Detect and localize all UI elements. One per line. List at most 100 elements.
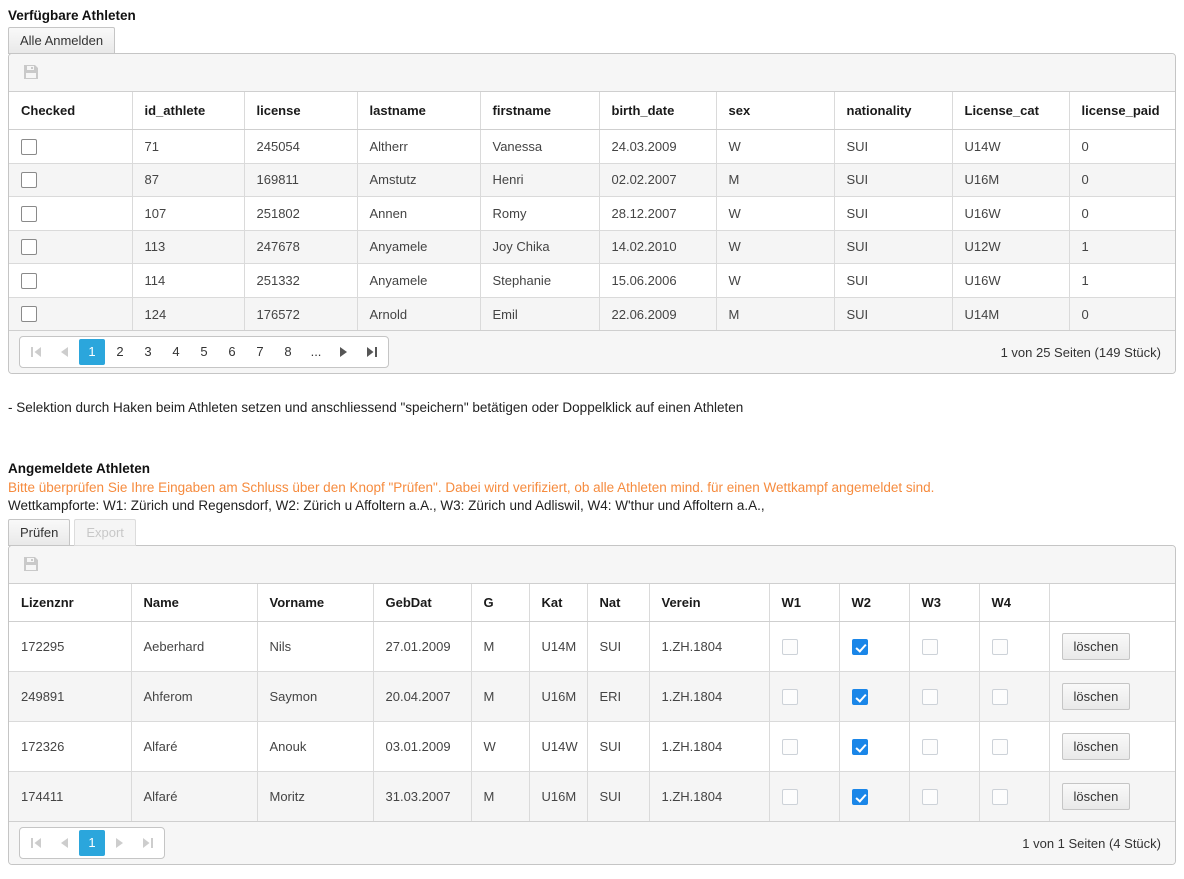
cell-lastname: Arnold: [357, 297, 480, 330]
pager-page-6[interactable]: 6: [219, 339, 245, 365]
w4-checkbox[interactable]: [992, 739, 1008, 755]
column-header-w4[interactable]: W4: [979, 584, 1049, 622]
cell-lizenznr: 172326: [9, 722, 131, 772]
column-header-id-athlete[interactable]: id_athlete: [132, 92, 244, 130]
column-header-license-paid[interactable]: license_paid: [1069, 92, 1176, 130]
w2-checkbox[interactable]: [852, 739, 868, 755]
column-header-name[interactable]: Name: [131, 584, 257, 622]
w3-checkbox[interactable]: [922, 639, 938, 655]
cell-g: M: [471, 622, 529, 672]
pager-last-icon[interactable]: [359, 339, 385, 365]
cell-firstname: Emil: [480, 297, 599, 330]
w1-checkbox[interactable]: [782, 789, 798, 805]
pager-first-icon: [23, 339, 49, 365]
cell-kat: U14W: [529, 722, 587, 772]
w4-checkbox[interactable]: [992, 689, 1008, 705]
cell-sex: M: [716, 297, 834, 330]
row-checkbox[interactable]: [21, 172, 37, 188]
pager-page-2[interactable]: 2: [107, 339, 133, 365]
row-checkbox[interactable]: [21, 306, 37, 322]
column-header-sex[interactable]: sex: [716, 92, 834, 130]
cell-license-cat: U14M: [952, 297, 1069, 330]
grid-toolbar: [9, 546, 1175, 584]
column-header-nationality[interactable]: nationality: [834, 92, 952, 130]
column-header-w2[interactable]: W2: [839, 584, 909, 622]
column-header-lastname[interactable]: lastname: [357, 92, 480, 130]
column-header-birth-date[interactable]: birth_date: [599, 92, 716, 130]
column-header-lizenznr[interactable]: Lizenznr: [9, 584, 131, 622]
delete-button[interactable]: löschen: [1062, 633, 1131, 660]
cell-id-athlete: 87: [132, 163, 244, 197]
column-header-w3[interactable]: W3: [909, 584, 979, 622]
pager-more[interactable]: ...: [303, 339, 329, 365]
column-header-firstname[interactable]: firstname: [480, 92, 599, 130]
check-button[interactable]: Prüfen: [8, 519, 70, 546]
cell-firstname: Stephanie: [480, 264, 599, 298]
row-checkbox[interactable]: [21, 273, 37, 289]
pager-page-4[interactable]: 4: [163, 339, 189, 365]
athlete-row[interactable]: 107 251802 Annen Romy 28.12.2007 W SUI U…: [9, 197, 1176, 231]
column-header-nat[interactable]: Nat: [587, 584, 649, 622]
pager-next-icon[interactable]: [331, 339, 357, 365]
pager-page-7[interactable]: 7: [247, 339, 273, 365]
row-checkbox[interactable]: [21, 139, 37, 155]
cell-license-paid: 1: [1069, 264, 1176, 298]
w2-checkbox[interactable]: [852, 689, 868, 705]
cell-birth-date: 28.12.2007: [599, 197, 716, 231]
column-header-checked[interactable]: Checked: [9, 92, 132, 130]
column-header-license[interactable]: license: [244, 92, 357, 130]
registered-row[interactable]: 172326 Alfaré Anouk 03.01.2009 W U14W SU…: [9, 722, 1176, 772]
row-checkbox[interactable]: [21, 239, 37, 255]
registered-row[interactable]: 172295 Aeberhard Nils 27.01.2009 M U14M …: [9, 622, 1176, 672]
w1-checkbox[interactable]: [782, 689, 798, 705]
athlete-row[interactable]: 124 176572 Arnold Emil 22.06.2009 M SUI …: [9, 297, 1176, 330]
w4-checkbox[interactable]: [992, 639, 1008, 655]
pager-page-1[interactable]: 1: [79, 339, 105, 365]
pager-page-1[interactable]: 1: [79, 830, 105, 856]
cell-nationality: SUI: [834, 264, 952, 298]
w2-checkbox[interactable]: [852, 789, 868, 805]
w3-checkbox[interactable]: [922, 689, 938, 705]
cell-firstname: Vanessa: [480, 130, 599, 164]
w3-checkbox[interactable]: [922, 739, 938, 755]
pager: 1 2 3 4 5 6 7 8 ...: [19, 336, 389, 368]
delete-button[interactable]: löschen: [1062, 783, 1131, 810]
pager-info: 1 von 25 Seiten (149 Stück): [1001, 345, 1165, 360]
pager-first-icon: [23, 830, 49, 856]
w1-checkbox[interactable]: [782, 739, 798, 755]
w1-checkbox[interactable]: [782, 639, 798, 655]
w2-checkbox[interactable]: [852, 639, 868, 655]
register-all-button[interactable]: Alle Anmelden: [8, 27, 115, 54]
column-header-vorname[interactable]: Vorname: [257, 584, 373, 622]
column-header-gebdat[interactable]: GebDat: [373, 584, 471, 622]
registered-row[interactable]: 249891 Ahferom Saymon 20.04.2007 M U16M …: [9, 672, 1176, 722]
cell-vorname: Nils: [257, 622, 373, 672]
cell-birth-date: 22.06.2009: [599, 297, 716, 330]
cell-nationality: SUI: [834, 197, 952, 231]
athlete-row[interactable]: 114 251332 Anyamele Stephanie 15.06.2006…: [9, 264, 1176, 298]
athlete-row[interactable]: 87 169811 Amstutz Henri 02.02.2007 M SUI…: [9, 163, 1176, 197]
athlete-row[interactable]: 113 247678 Anyamele Joy Chika 14.02.2010…: [9, 230, 1176, 264]
w3-checkbox[interactable]: [922, 789, 938, 805]
column-header-kat[interactable]: Kat: [529, 584, 587, 622]
pager-page-8[interactable]: 8: [275, 339, 301, 365]
column-header-g[interactable]: G: [471, 584, 529, 622]
available-athletes-table: Checked id_athlete license lastname firs…: [9, 92, 1176, 330]
athlete-row[interactable]: 71 245054 Altherr Vanessa 24.03.2009 W S…: [9, 130, 1176, 164]
row-checkbox[interactable]: [21, 206, 37, 222]
pager-last-icon: [135, 830, 161, 856]
registered-row[interactable]: 174411 Alfaré Moritz 31.03.2007 M U16M S…: [9, 772, 1176, 822]
column-header-w1[interactable]: W1: [769, 584, 839, 622]
cell-gebdat: 27.01.2009: [373, 622, 471, 672]
column-header-verein[interactable]: Verein: [649, 584, 769, 622]
cell-gebdat: 03.01.2009: [373, 722, 471, 772]
cell-nat: SUI: [587, 622, 649, 672]
pager-page-3[interactable]: 3: [135, 339, 161, 365]
pager-page-5[interactable]: 5: [191, 339, 217, 365]
cell-vorname: Anouk: [257, 722, 373, 772]
delete-button[interactable]: löschen: [1062, 683, 1131, 710]
column-header-license-cat[interactable]: License_cat: [952, 92, 1069, 130]
w4-checkbox[interactable]: [992, 789, 1008, 805]
table-header-row: Lizenznr Name Vorname GebDat G Kat Nat V…: [9, 584, 1176, 622]
delete-button[interactable]: löschen: [1062, 733, 1131, 760]
